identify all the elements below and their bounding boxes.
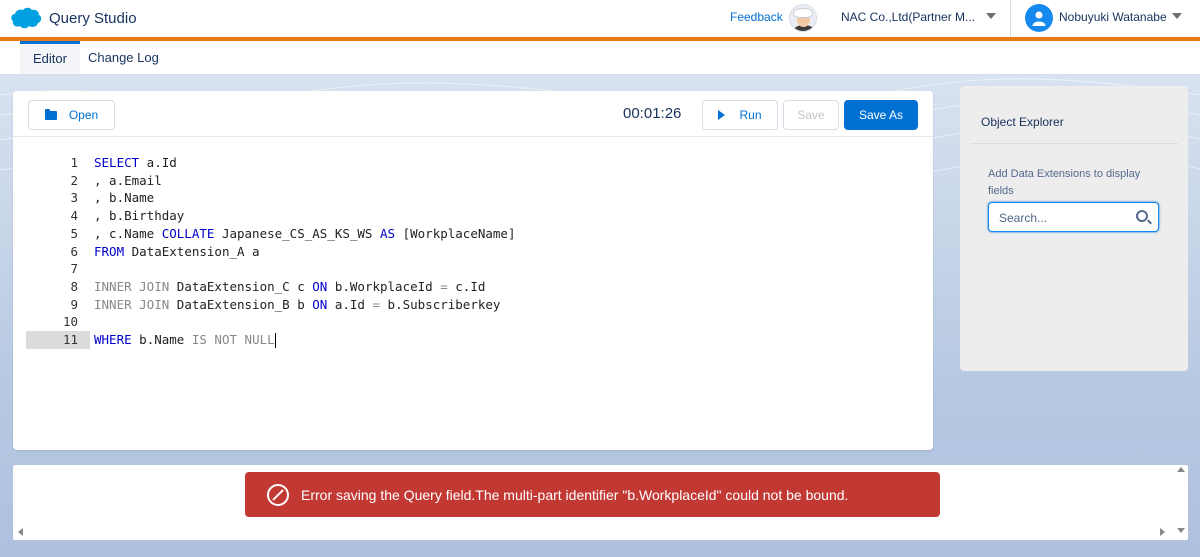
code-token: WHERE: [94, 332, 132, 347]
header-divider: [1010, 0, 1011, 37]
line-number-gutter: 1 2 3 4 5 6 7 8 9 10 11: [26, 153, 90, 434]
code-token: a.Id: [327, 296, 373, 312]
save-button-label: Save: [797, 108, 825, 122]
error-message: Error saving the Query field.The multi-p…: [301, 486, 849, 503]
code-line[interactable]: SELECT a.Id: [94, 154, 177, 172]
search-icon[interactable]: [1136, 210, 1148, 222]
play-icon: [718, 110, 726, 120]
code-token: , b.Name: [94, 190, 155, 206]
top-header: Query Studio Feedback NAC Co.,Ltd(Partne…: [0, 0, 1200, 37]
sql-code-editor[interactable]: 1 2 3 4 5 6 7 8 9 10 11 SELECT a.Id, a.Email, b.Na…: [26, 153, 778, 434]
user-icon: [1032, 11, 1046, 26]
editor-toolbar: Open 00:01:26 Run Save Save As: [13, 91, 933, 137]
user-avatar[interactable]: [1025, 4, 1053, 32]
code-token: INNER JOIN: [94, 296, 170, 312]
code-token: AS: [380, 225, 396, 241]
code-token: DataExtension_B b: [169, 296, 313, 312]
run-button[interactable]: Run: [702, 100, 778, 130]
save-as-button[interactable]: Save As: [844, 100, 918, 130]
code-token: b.WorkplaceId: [327, 278, 441, 294]
line-number: 4: [70, 208, 78, 224]
run-button-label: Run: [739, 108, 762, 122]
scroll-up-arrow-icon[interactable]: [1177, 467, 1185, 472]
code-body[interactable]: SELECT a.Id, a.Email, b.Name, b.Birthday…: [90, 153, 778, 434]
code-token: DataExtension_C c: [169, 278, 313, 294]
salesforce-cloud-icon: [11, 7, 42, 29]
org-selector[interactable]: NAC Co.,Ltd(Partner M...: [841, 10, 981, 24]
brand[interactable]: Query Studio: [10, 7, 137, 29]
code-token: [WorkplaceName]: [395, 225, 516, 241]
code-line[interactable]: , c.Name COLLATE Japanese_CS_AS_KS_WS AS…: [94, 225, 515, 243]
code-line[interactable]: WHERE b.Name IS NOT NULL: [94, 331, 276, 349]
error-toast: Error saving the Query field.The multi-p…: [245, 472, 940, 517]
code-line[interactable]: , b.Name: [94, 189, 154, 207]
code-token: FROM: [94, 243, 125, 259]
code-token: b.Name: [131, 332, 192, 347]
line-number: 2: [70, 172, 78, 188]
query-timer: 00:01:26: [623, 105, 682, 122]
open-button[interactable]: Open: [28, 100, 115, 130]
search-input[interactable]: [999, 209, 1129, 226]
code-line[interactable]: INNER JOIN DataExtension_B b ON a.Id = b…: [94, 296, 500, 314]
editor-card: Open 00:01:26 Run Save Save As 1 2 3 45 6 78 9…: [13, 91, 933, 450]
line-number: 9: [70, 296, 78, 312]
code-token: ON: [312, 296, 328, 312]
line-number: 5: [70, 225, 78, 241]
error-ban-icon: [267, 483, 289, 506]
explorer-divider: [970, 143, 1178, 144]
chevron-down-icon[interactable]: [986, 13, 996, 19]
code-token: , a.Email: [94, 172, 162, 188]
code-line[interactable]: , a.Email: [94, 172, 162, 190]
code-token: , c.Name: [94, 225, 162, 241]
chevron-down-icon[interactable]: [1172, 13, 1182, 19]
line-number: 8: [70, 278, 78, 294]
code-line[interactable]: FROM DataExtension_A a: [94, 243, 260, 261]
code-token: c.Id: [447, 278, 486, 294]
line-number: 1: [70, 155, 78, 170]
object-explorer-title: Object Explorer: [981, 115, 1064, 129]
tab-editor[interactable]: Editor: [20, 41, 80, 74]
code-token: b.Subscriberkey: [380, 296, 501, 312]
tab-bar: Editor Change Log: [0, 41, 1200, 75]
explorer-hint: Add Data Extensions to display fields: [988, 168, 1141, 197]
folder-icon: [44, 108, 57, 120]
scroll-left-arrow-icon[interactable]: [18, 528, 23, 536]
explorer-search-box[interactable]: [988, 202, 1159, 232]
save-button[interactable]: Save: [783, 100, 839, 130]
tab-change-log[interactable]: Change Log: [75, 41, 172, 74]
app-title: Query Studio: [49, 9, 137, 27]
text-cursor: [274, 333, 276, 348]
code-token: SELECT: [94, 155, 140, 170]
code-line[interactable]: INNER JOIN DataExtension_C c ON b.Workpl…: [94, 278, 485, 296]
scroll-right-arrow-icon[interactable]: [1160, 528, 1165, 536]
code-token: =: [440, 278, 448, 294]
code-token: ON: [312, 278, 328, 294]
einstein-avatar-icon: [789, 4, 817, 32]
feedback-link[interactable]: Feedback: [730, 10, 783, 24]
line-number: 3: [70, 190, 78, 206]
code-line[interactable]: , b.Birthday: [94, 207, 184, 225]
save-as-button-label: Save As: [858, 108, 904, 122]
line-number: 11: [62, 332, 78, 347]
line-number: 10: [62, 314, 78, 330]
code-token: IS NOT NULL: [191, 332, 275, 347]
code-token: =: [372, 296, 381, 312]
code-token: COLLATE: [161, 225, 215, 241]
scroll-down-arrow-icon[interactable]: [1177, 528, 1185, 533]
line-number: 6: [70, 243, 78, 259]
code-token: DataExtension_A a: [124, 243, 260, 259]
code-token: a.Id: [139, 155, 177, 170]
open-button-label: Open: [68, 108, 99, 122]
line-number: 7: [70, 261, 78, 277]
code-token: Japanese_CS_AS_KS_WS: [214, 225, 380, 241]
code-token: INNER JOIN: [94, 278, 170, 294]
code-token: , b.Birthday: [94, 208, 185, 224]
object-explorer-panel: Object Explorer Add Data Extensions to d…: [960, 86, 1188, 371]
user-menu[interactable]: Nobuyuki Watanabe: [1059, 10, 1167, 24]
